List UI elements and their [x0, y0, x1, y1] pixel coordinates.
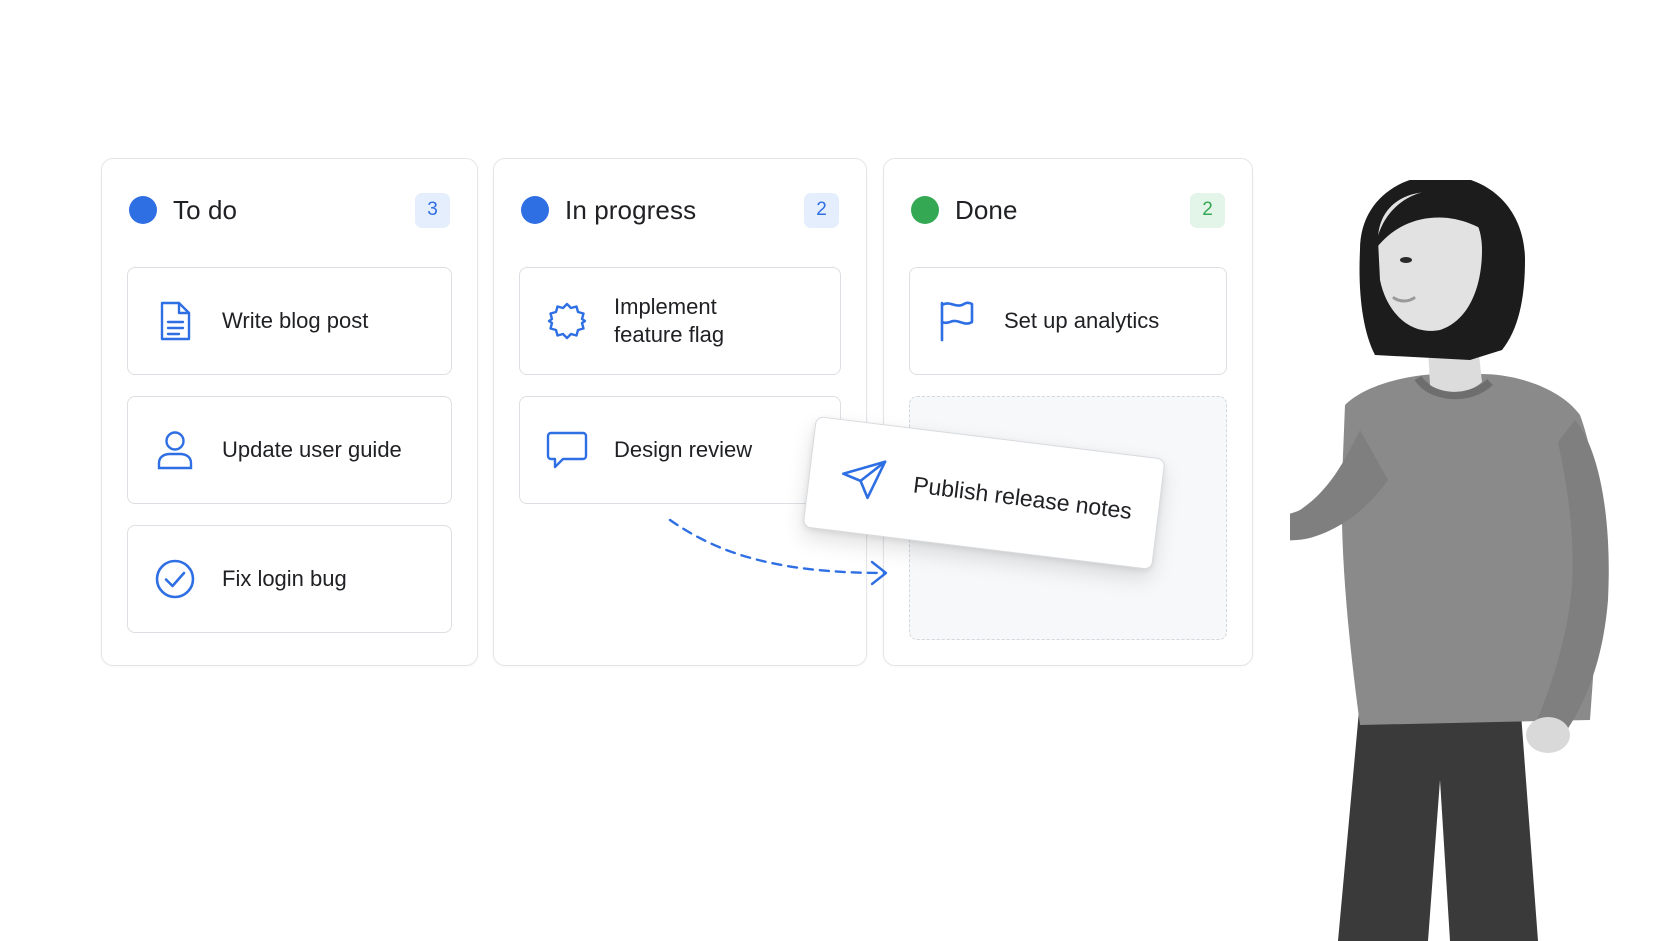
kanban-board: To do 3 Write blog post Update user guid… — [0, 0, 1672, 941]
person-illustration — [1290, 180, 1609, 941]
task-label: Update user guide — [222, 437, 402, 462]
column-header: To do 3 — [129, 189, 450, 231]
task-label: Publish release notes — [912, 470, 1134, 524]
status-dot — [521, 196, 549, 224]
task-label: Implement feature flag — [614, 294, 725, 347]
task-card[interactable]: Set up analytics — [909, 267, 1227, 375]
count-badge: 3 — [415, 192, 450, 228]
flag-icon — [935, 299, 979, 343]
task-card[interactable]: Fix login bug — [127, 525, 452, 633]
task-card[interactable]: Design review — [519, 396, 841, 504]
gear-icon — [545, 299, 589, 343]
status-dot — [129, 196, 157, 224]
column-header: Done 2 — [911, 189, 1225, 231]
column-done: Done 2 Set up analytics — [883, 158, 1253, 666]
task-label: Write blog post — [222, 308, 369, 333]
column-todo: To do 3 Write blog post Update user guid… — [101, 158, 478, 666]
column-title: Done — [955, 194, 1018, 225]
count-badge: 2 — [1190, 192, 1225, 228]
check-circle-icon — [153, 557, 197, 601]
column-title: To do — [173, 194, 238, 225]
status-dot — [911, 196, 939, 224]
count-badge: 2 — [804, 192, 839, 228]
task-label: Fix login bug — [222, 566, 347, 591]
task-label: Design review — [614, 437, 753, 462]
chat-bubble-icon — [545, 428, 589, 472]
column-title: In progress — [565, 194, 697, 225]
document-icon — [153, 299, 197, 343]
column-header: In progress 2 — [521, 189, 839, 231]
user-icon — [153, 428, 197, 472]
task-card[interactable]: Update user guide — [127, 396, 452, 504]
task-label: Set up analytics — [1004, 308, 1160, 333]
task-card[interactable]: Implement feature flag — [519, 267, 841, 375]
task-card[interactable]: Write blog post — [127, 267, 452, 375]
send-icon — [835, 450, 891, 506]
